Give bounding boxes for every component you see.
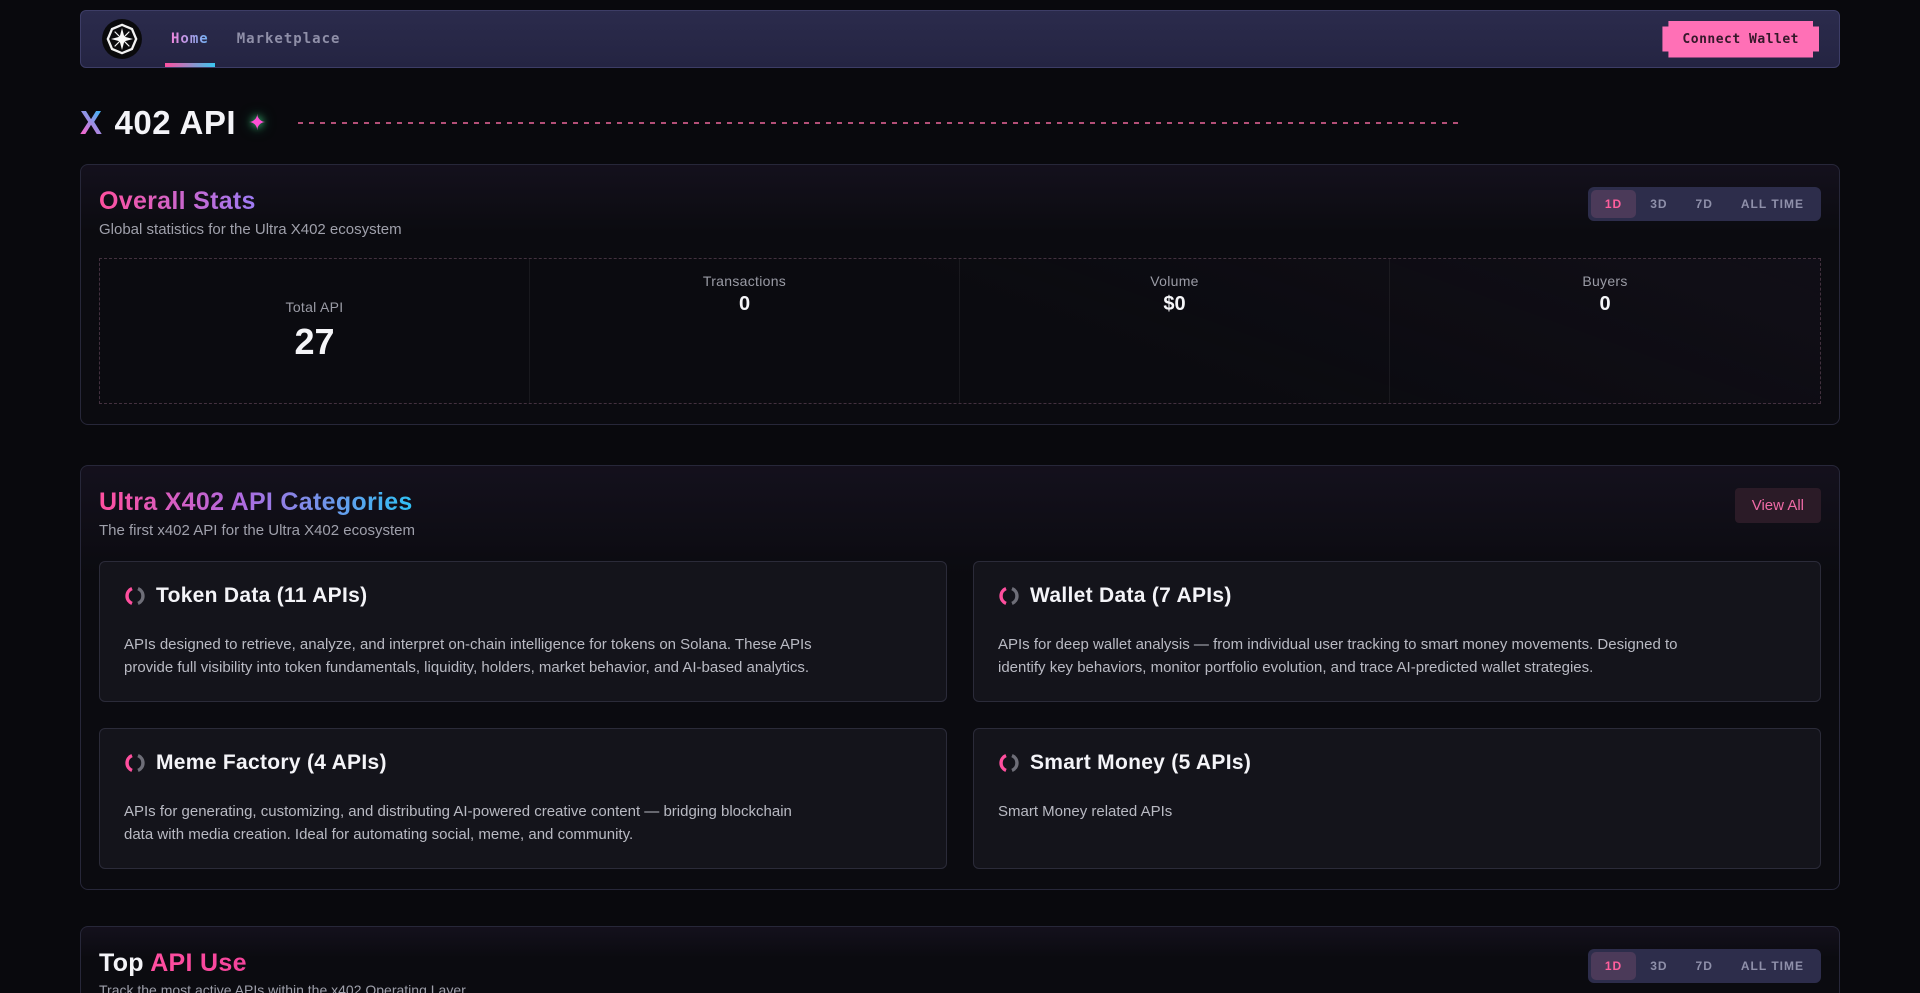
overall-stats-time-filter: 1D 3D 7D ALL TIME	[1588, 187, 1821, 221]
ring-loader-icon	[998, 752, 1020, 774]
time-filter-7d[interactable]: 7D	[1682, 952, 1727, 980]
stat-label: Total API	[286, 299, 344, 315]
categories-titles: Ultra X402 API Categories The first x402…	[99, 488, 415, 539]
nav-home-label: Home	[171, 31, 209, 47]
top-api-title-white: Top	[99, 949, 144, 977]
title-dashed-divider	[298, 122, 1458, 124]
time-filter-3d[interactable]: 3D	[1636, 952, 1681, 980]
stat-buyers: Buyers 0	[1390, 259, 1820, 403]
overall-stats-titles: Overall Stats Global statistics for the …	[99, 187, 402, 238]
view-all-button[interactable]: View All	[1735, 488, 1821, 523]
stat-transactions: Transactions 0	[530, 259, 960, 403]
sparkle-icon: ✦	[248, 110, 266, 136]
category-card-meme-factory[interactable]: Meme Factory (4 APIs) APIs for generatin…	[99, 728, 947, 869]
category-title-row: Meme Factory (4 APIs)	[124, 751, 922, 775]
time-filter-3d[interactable]: 3D	[1636, 190, 1681, 218]
category-title-row: Wallet Data (7 APIs)	[998, 584, 1796, 608]
stat-value: 0	[1599, 293, 1610, 316]
overall-stats-card: Overall Stats Global statistics for the …	[80, 164, 1840, 425]
category-description: Smart Money related APIs	[998, 801, 1698, 824]
ring-loader-icon	[998, 585, 1020, 607]
overall-stats-title: Overall Stats	[99, 187, 256, 216]
top-api-title-pink: API Use	[150, 949, 247, 977]
app-logo[interactable]	[101, 18, 143, 60]
time-filter-alltime[interactable]: ALL TIME	[1727, 190, 1818, 218]
category-title-row: Smart Money (5 APIs)	[998, 751, 1796, 775]
page-title: X 402 API	[80, 104, 236, 142]
category-card-smart-money[interactable]: Smart Money (5 APIs) Smart Money related…	[973, 728, 1821, 869]
time-filter-1d[interactable]: 1D	[1591, 952, 1636, 980]
nav-links: Home Marketplace	[157, 11, 354, 67]
stat-label: Volume	[1150, 273, 1199, 289]
compass-star-logo-icon	[101, 18, 143, 60]
top-api-use-header: Top API Use Track the most active APIs w…	[99, 949, 1821, 993]
categories-card: Ultra X402 API Categories The first x402…	[80, 465, 1840, 890]
ring-loader-icon	[124, 585, 146, 607]
category-title-row: Token Data (11 APIs)	[124, 584, 922, 608]
category-card-token-data[interactable]: Token Data (11 APIs) APIs designed to re…	[99, 561, 947, 702]
stat-label: Buyers	[1582, 273, 1627, 289]
stat-value: $0	[1163, 293, 1185, 316]
top-api-use-card: Top API Use Track the most active APIs w…	[80, 926, 1840, 993]
category-card-wallet-data[interactable]: Wallet Data (7 APIs) APIs for deep walle…	[973, 561, 1821, 702]
page-title-text: 402 API	[115, 104, 237, 142]
stat-value: 27	[294, 321, 334, 363]
stats-panel: Total API 27 Transactions 0 Volume $0 Bu…	[99, 258, 1821, 404]
top-navbar: Home Marketplace Connect Wallet	[80, 10, 1840, 68]
nav-marketplace-label: Marketplace	[237, 31, 341, 47]
nav-item-home[interactable]: Home	[157, 11, 223, 67]
category-title: Meme Factory (4 APIs)	[156, 751, 387, 775]
nav-item-marketplace[interactable]: Marketplace	[223, 11, 355, 67]
connect-wallet-button[interactable]: Connect Wallet	[1662, 21, 1819, 58]
top-api-use-title: Top API Use	[99, 949, 466, 978]
time-filter-alltime[interactable]: ALL TIME	[1727, 952, 1818, 980]
category-title: Wallet Data (7 APIs)	[1030, 584, 1232, 608]
ring-loader-icon	[124, 752, 146, 774]
category-description: APIs designed to retrieve, analyze, and …	[124, 634, 824, 679]
page-title-x: X	[80, 104, 103, 142]
stat-value: 0	[739, 293, 750, 316]
time-filter-7d[interactable]: 7D	[1682, 190, 1727, 218]
page-title-row: X 402 API ✦	[80, 104, 1840, 142]
category-title: Smart Money (5 APIs)	[1030, 751, 1251, 775]
overall-stats-header: Overall Stats Global statistics for the …	[99, 187, 1821, 238]
overall-stats-subtitle: Global statistics for the Ultra X402 eco…	[99, 221, 402, 238]
top-api-time-filter: 1D 3D 7D ALL TIME	[1588, 949, 1821, 983]
top-api-use-titles: Top API Use Track the most active APIs w…	[99, 949, 466, 993]
category-title: Token Data (11 APIs)	[156, 584, 367, 608]
categories-subtitle: The first x402 API for the Ultra X402 ec…	[99, 522, 415, 539]
stat-volume: Volume $0	[960, 259, 1390, 403]
stat-label: Transactions	[703, 273, 786, 289]
categories-grid: Token Data (11 APIs) APIs designed to re…	[99, 561, 1821, 869]
category-description: APIs for generating, customizing, and di…	[124, 801, 824, 846]
time-filter-1d[interactable]: 1D	[1591, 190, 1636, 218]
stat-total-api: Total API 27	[100, 259, 530, 403]
categories-title: Ultra X402 API Categories	[99, 488, 413, 517]
categories-header: Ultra X402 API Categories The first x402…	[99, 488, 1821, 539]
category-description: APIs for deep wallet analysis — from ind…	[998, 634, 1698, 679]
top-api-use-subtitle: Track the most active APIs within the x4…	[99, 982, 466, 993]
